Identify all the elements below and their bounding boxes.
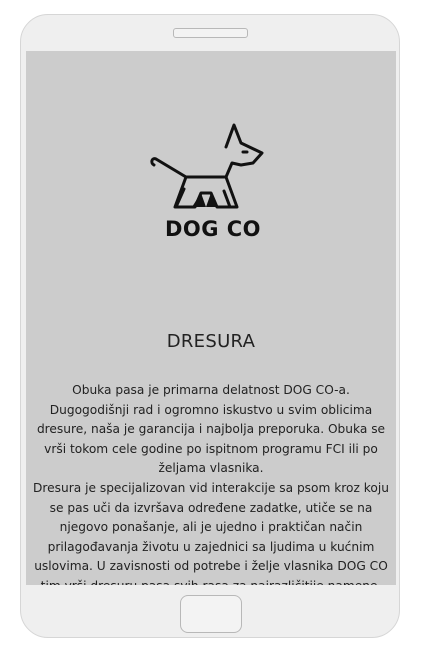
dog-logo-icon bbox=[150, 123, 264, 209]
page-title: DRESURA bbox=[166, 331, 256, 352]
phone-screen[interactable]: DOG CO DRESURA Obuka pasa je primarna de… bbox=[26, 51, 396, 585]
article-body: Obuka pasa je primarna delatnost DOG CO-… bbox=[32, 381, 390, 585]
phone-speaker bbox=[173, 28, 248, 38]
brand-name: DOG CO bbox=[164, 217, 262, 241]
dog-co-logo[interactable]: DOG CO bbox=[148, 119, 278, 245]
paragraph-intro: Obuka pasa je primarna delatnost DOG CO-… bbox=[36, 383, 386, 476]
home-button[interactable] bbox=[180, 595, 242, 633]
paragraph-details: Dresura je specijalizovan vid interakcij… bbox=[33, 480, 389, 585]
